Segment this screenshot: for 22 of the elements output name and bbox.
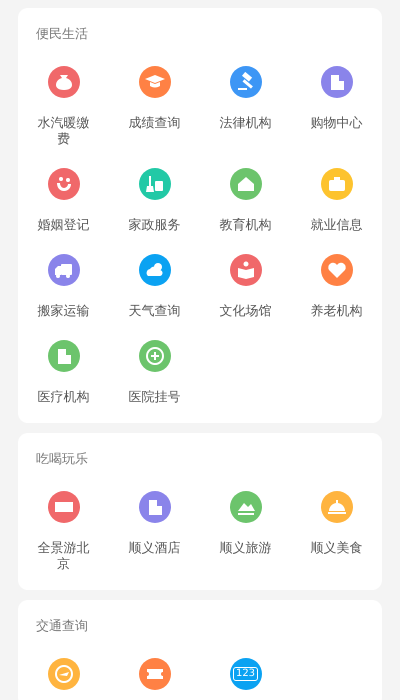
section-title: 吃喝玩乐 (35, 452, 89, 468)
service-button[interactable]: 购物中心 (291, 66, 382, 148)
service-button[interactable]: 婚姻登记 (18, 168, 109, 234)
service-button[interactable]: 教育机构 (200, 168, 291, 234)
number-card-icon: 123 (230, 658, 262, 690)
service-button[interactable]: 养老机构 (291, 254, 382, 320)
service-button[interactable]: 家政服务 (109, 168, 200, 234)
service-button[interactable]: 文化场馆 (200, 254, 291, 320)
service-button[interactable]: 全景游北京 (18, 491, 109, 573)
section-title: 便民生活 (35, 27, 89, 43)
service-button[interactable]: 成绩查询 (109, 66, 200, 148)
service-button[interactable]: 水汽暖缴费 (18, 66, 109, 148)
service-button[interactable]: 顺义旅游 (200, 491, 291, 573)
service-button[interactable]: 顺义酒店 (109, 491, 200, 573)
service-button[interactable]: 顺义美食 (291, 491, 382, 573)
service-button[interactable]: 搬家运输 (18, 254, 109, 320)
service-button[interactable]: 法律机构 (200, 66, 291, 148)
service-button[interactable]: 天气查询 (109, 254, 200, 320)
section-title: 交通查询 (35, 619, 89, 635)
service-button[interactable]: 医疗机构 (18, 340, 109, 406)
service-button[interactable]: 医院挂号 (109, 340, 200, 406)
service-button[interactable]: 就业信息 (291, 168, 382, 234)
